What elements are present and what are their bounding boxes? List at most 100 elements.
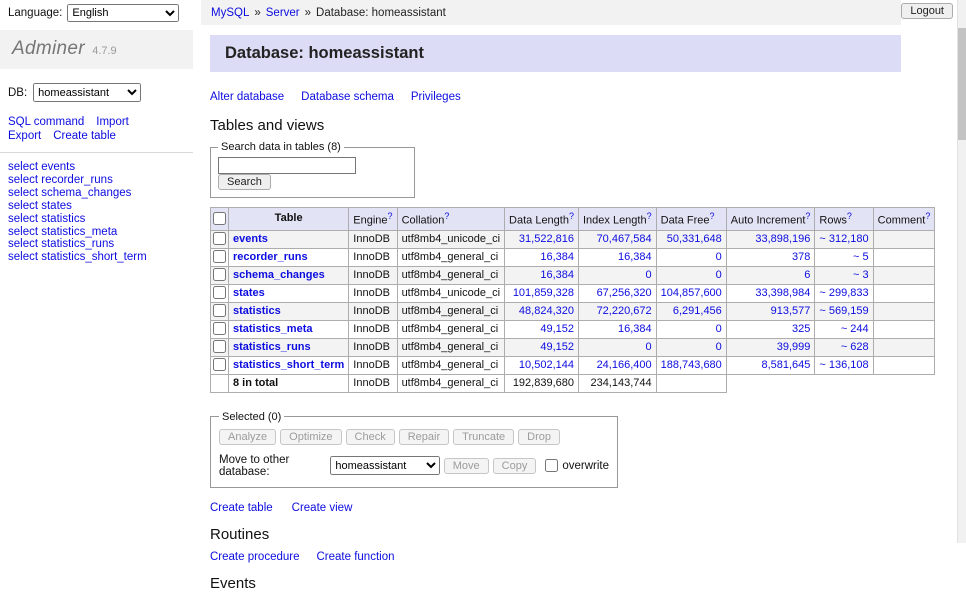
auto-increment-link[interactable]: 6: [804, 269, 810, 281]
index-length-link[interactable]: 24,166,400: [597, 359, 652, 371]
index-length-link[interactable]: 0: [646, 341, 652, 353]
index-length-link[interactable]: 0: [646, 269, 652, 281]
rows-link[interactable]: ~ 244: [841, 323, 869, 335]
db-nav-link[interactable]: Alter database: [210, 91, 284, 103]
row-checkbox[interactable]: [213, 286, 226, 299]
data-free-link[interactable]: 6,291,456: [673, 305, 722, 317]
index-length-link[interactable]: 72,220,672: [597, 305, 652, 317]
data-length-link[interactable]: 31,522,816: [519, 233, 574, 245]
auto-increment-link[interactable]: 8,581,645: [761, 359, 810, 371]
index-length-link[interactable]: 70,467,584: [597, 233, 652, 245]
data-free-link[interactable]: 188,743,680: [661, 359, 722, 371]
sidebar-table-link[interactable]: select recorder_runs: [8, 174, 193, 187]
truncate-button[interactable]: Truncate: [453, 429, 514, 445]
table-name-link[interactable]: states: [233, 287, 265, 299]
auto-increment-link[interactable]: 33,898,196: [755, 233, 810, 245]
help-link[interactable]: ?: [388, 211, 393, 221]
data-free-link[interactable]: 0: [716, 341, 722, 353]
index-length-link[interactable]: 16,384: [618, 251, 652, 263]
help-link[interactable]: ?: [444, 211, 449, 221]
row-checkbox[interactable]: [213, 250, 226, 263]
help-link[interactable]: ?: [847, 211, 852, 221]
db-nav-link[interactable]: Privileges: [411, 91, 461, 103]
sidebar-table-link[interactable]: select statistics_meta: [8, 226, 193, 239]
row-checkbox[interactable]: [213, 322, 226, 335]
row-checkbox[interactable]: [213, 340, 226, 353]
select-all-checkbox[interactable]: [213, 212, 226, 225]
logout-button[interactable]: Logout: [901, 3, 953, 19]
index-length-link[interactable]: 16,384: [618, 323, 652, 335]
help-link[interactable]: ?: [805, 211, 810, 221]
sidebar-table-link[interactable]: select statistics_runs: [8, 238, 193, 251]
search-input[interactable]: [218, 157, 356, 174]
data-free-link[interactable]: 50,331,648: [667, 233, 722, 245]
data-length-link[interactable]: 16,384: [540, 269, 574, 281]
sidebar-action-link[interactable]: SQL command: [8, 116, 84, 128]
app-logo[interactable]: Adminer: [12, 38, 85, 59]
routine-create-link[interactable]: Create procedure: [210, 551, 300, 563]
help-link[interactable]: ?: [925, 211, 930, 221]
rows-link[interactable]: ~ 569,159: [819, 305, 868, 317]
rows-link[interactable]: ~ 5: [853, 251, 869, 263]
data-length-link[interactable]: 48,824,320: [519, 305, 574, 317]
row-checkbox[interactable]: [213, 358, 226, 371]
rows-link[interactable]: ~ 3: [853, 269, 869, 281]
create-link[interactable]: Create view: [292, 502, 353, 514]
data-free-link[interactable]: 0: [716, 269, 722, 281]
breadcrumb-link-mysql[interactable]: MySQL: [211, 7, 249, 19]
auto-increment-link[interactable]: 39,999: [777, 341, 811, 353]
row-checkbox[interactable]: [213, 268, 226, 281]
move-button[interactable]: Move: [444, 458, 489, 474]
sidebar-table-link[interactable]: select events: [8, 161, 193, 174]
data-free-link[interactable]: 0: [716, 251, 722, 263]
sidebar-table-link[interactable]: select schema_changes: [8, 187, 193, 200]
sidebar-table-link[interactable]: select statistics: [8, 213, 193, 226]
row-checkbox[interactable]: [213, 232, 226, 245]
data-free-link[interactable]: 0: [716, 323, 722, 335]
db-nav-link[interactable]: Database schema: [301, 91, 394, 103]
sidebar-action-link[interactable]: Export: [8, 130, 41, 142]
analyze-button[interactable]: Analyze: [219, 429, 276, 445]
index-length-link[interactable]: 67,256,320: [597, 287, 652, 299]
drop-button[interactable]: Drop: [518, 429, 560, 445]
data-free-link[interactable]: 104,857,600: [661, 287, 722, 299]
overwrite-checkbox[interactable]: [545, 459, 558, 472]
table-name-link[interactable]: statistics_meta: [233, 323, 313, 335]
auto-increment-link[interactable]: 325: [792, 323, 810, 335]
optimize-button[interactable]: Optimize: [280, 429, 341, 445]
move-db-select[interactable]: homeassistant: [330, 456, 439, 475]
copy-button[interactable]: Copy: [493, 458, 537, 474]
db-select[interactable]: homeassistant: [33, 83, 141, 102]
sidebar-action-link[interactable]: Create table: [53, 130, 116, 142]
data-length-link[interactable]: 16,384: [540, 251, 574, 263]
table-name-link[interactable]: recorder_runs: [233, 251, 308, 263]
data-length-link[interactable]: 101,859,328: [513, 287, 574, 299]
auto-increment-link[interactable]: 913,577: [771, 305, 811, 317]
table-name-link[interactable]: events: [233, 233, 268, 245]
repair-button[interactable]: Repair: [399, 429, 449, 445]
routine-create-link[interactable]: Create function: [317, 551, 395, 563]
row-checkbox[interactable]: [213, 304, 226, 317]
language-select[interactable]: English: [67, 4, 179, 22]
help-link[interactable]: ?: [710, 211, 715, 221]
rows-link[interactable]: ~ 136,108: [819, 359, 868, 371]
data-length-link[interactable]: 49,152: [540, 341, 574, 353]
rows-link[interactable]: ~ 312,180: [819, 233, 868, 245]
auto-increment-link[interactable]: 33,398,984: [755, 287, 810, 299]
search-button[interactable]: Search: [218, 174, 271, 190]
help-link[interactable]: ?: [647, 211, 652, 221]
table-name-link[interactable]: statistics: [233, 305, 281, 317]
table-name-link[interactable]: statistics_short_term: [233, 359, 344, 371]
create-link[interactable]: Create table: [210, 502, 273, 514]
data-length-link[interactable]: 49,152: [540, 323, 574, 335]
vertical-scrollbar[interactable]: [957, 0, 966, 543]
scrollbar-thumb[interactable]: [958, 28, 966, 140]
auto-increment-link[interactable]: 378: [792, 251, 810, 263]
sidebar-table-link[interactable]: select statistics_short_term: [8, 251, 193, 264]
data-length-link[interactable]: 10,502,144: [519, 359, 574, 371]
breadcrumb-link-server[interactable]: Server: [266, 7, 300, 19]
sidebar-table-link[interactable]: select states: [8, 200, 193, 213]
table-name-link[interactable]: statistics_runs: [233, 341, 311, 353]
table-name-link[interactable]: schema_changes: [233, 269, 325, 281]
check-button[interactable]: Check: [346, 429, 395, 445]
